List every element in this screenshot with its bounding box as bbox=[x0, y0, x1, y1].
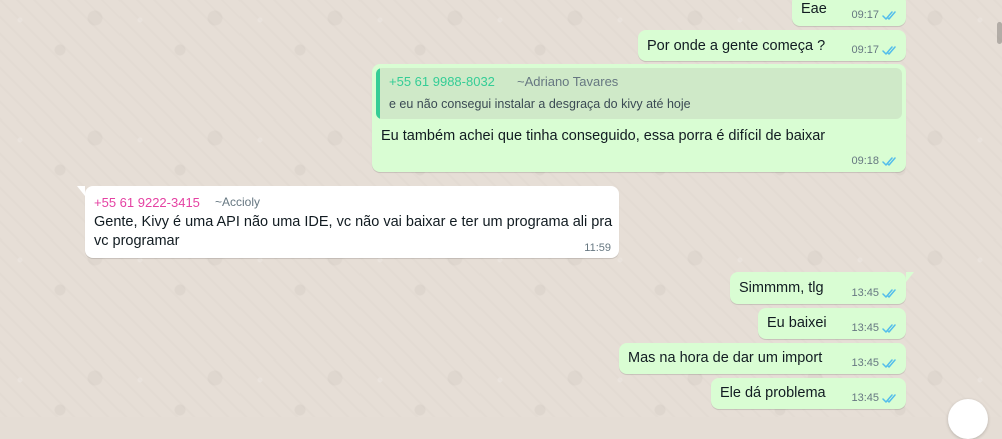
quote-accent-bar bbox=[376, 68, 380, 119]
message-meta: 13:45 bbox=[851, 356, 898, 370]
message-text: Eu também achei que tinha conseguido, es… bbox=[381, 128, 826, 144]
message-text: Simmmm, tlg bbox=[739, 280, 824, 296]
double-check-icon bbox=[882, 323, 898, 334]
double-check-icon bbox=[882, 288, 898, 299]
message-text: Eu baixei bbox=[767, 315, 827, 331]
message-meta: 09:17 bbox=[851, 8, 898, 22]
message-meta: 09:17 bbox=[851, 43, 898, 57]
double-check-icon bbox=[882, 358, 898, 369]
message-text: Eae bbox=[801, 1, 827, 17]
message-time: 11:59 bbox=[584, 242, 611, 254]
scroll-down-button[interactable] bbox=[948, 399, 988, 439]
message-time: 13:45 bbox=[851, 357, 879, 369]
chat-scrollbar-thumb[interactable] bbox=[997, 22, 1002, 44]
message-meta: 13:45 bbox=[851, 321, 898, 335]
message-text: Mas na hora de dar um import bbox=[628, 350, 823, 366]
incoming-bubble-tail bbox=[77, 186, 85, 196]
message-simmmm[interactable]: Simmmm, tlg 13:45 bbox=[730, 272, 914, 304]
double-check-icon bbox=[882, 10, 898, 21]
message-import[interactable]: Mas na hora de dar um import 13:45 bbox=[619, 343, 906, 374]
message-meta: 13:45 bbox=[851, 286, 898, 300]
message-meta: 11:59 bbox=[584, 241, 611, 255]
quoted-text: e eu não consegui instalar a desgraça do… bbox=[389, 97, 691, 111]
message-time: 13:45 bbox=[851, 322, 879, 334]
sender-phone[interactable]: +55 61 9222-3415 bbox=[94, 194, 200, 211]
quoted-sender-name: ~Adriano Tavares bbox=[517, 74, 619, 89]
message-meta: 09:18 bbox=[851, 154, 898, 168]
message-time: 09:18 bbox=[851, 155, 879, 167]
message-time: 13:45 bbox=[851, 287, 879, 299]
chat-message-list[interactable]: Eae 09:17 Por onde a gente começa ? 09:1… bbox=[0, 0, 1002, 417]
message-eae[interactable]: Eae 09:17 bbox=[792, 0, 906, 26]
sender-name: ~Accioly bbox=[215, 195, 261, 209]
message-time: 09:17 bbox=[851, 9, 879, 21]
message-text: Ele dá problema bbox=[720, 385, 826, 401]
message-meta: 13:45 bbox=[851, 391, 898, 405]
quoted-sender-phone: +55 61 9988-8032 bbox=[389, 74, 495, 89]
message-ele-da-problema[interactable]: Ele dá problema 13:45 bbox=[711, 378, 906, 409]
message-text: Por onde a gente começa ? bbox=[647, 38, 826, 54]
message-time: 09:17 bbox=[851, 44, 879, 56]
message-text-line-2: vc programar bbox=[94, 233, 180, 249]
message-reply-kivy[interactable]: +55 61 9988-8032 ~Adriano Tavares e eu n… bbox=[372, 64, 906, 172]
message-por-onde[interactable]: Por onde a gente começa ? 09:17 bbox=[638, 30, 906, 61]
outgoing-bubble-tail bbox=[906, 272, 914, 282]
message-time: 13:45 bbox=[851, 392, 879, 404]
message-eu-baixei[interactable]: Eu baixei 13:45 bbox=[758, 308, 906, 339]
message-text-line-1: Gente, Kivy é uma API não uma IDE, vc nã… bbox=[94, 214, 613, 230]
double-check-icon bbox=[882, 393, 898, 404]
double-check-icon bbox=[882, 156, 898, 167]
quoted-message[interactable]: +55 61 9988-8032 ~Adriano Tavares e eu n… bbox=[376, 68, 902, 119]
message-accioly[interactable]: +55 61 9222-3415 ~Accioly Gente, Kivy é … bbox=[77, 186, 619, 258]
double-check-icon bbox=[882, 45, 898, 56]
